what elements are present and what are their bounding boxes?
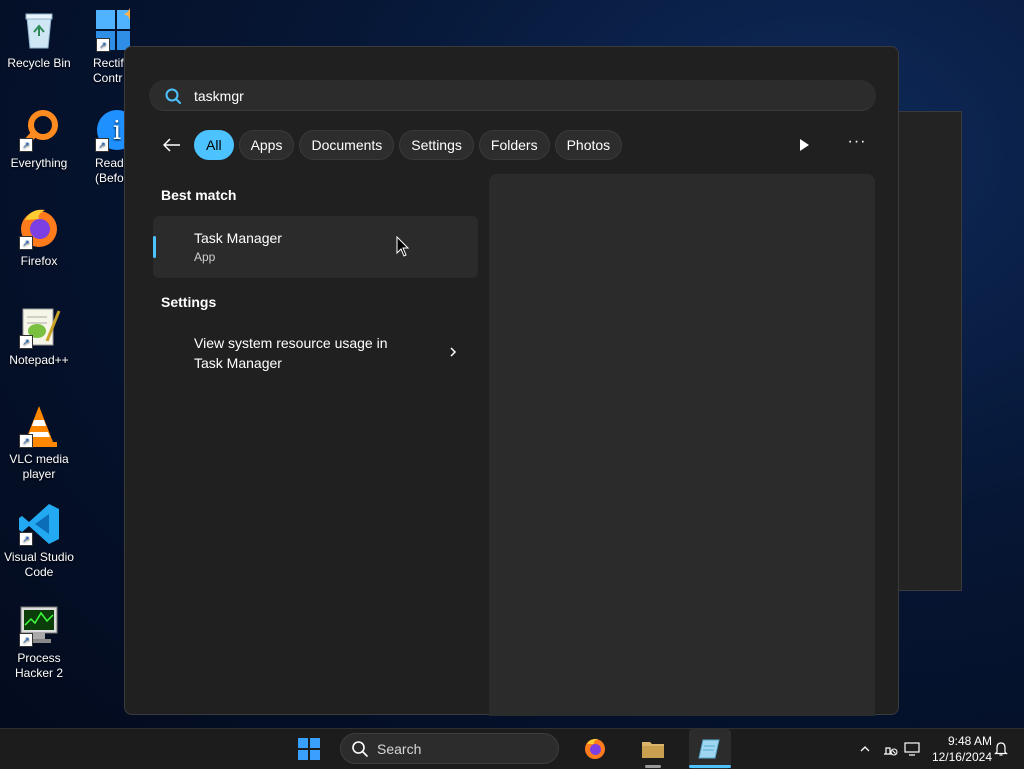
desktop-icon-everything[interactable]: ↗ Everything <box>1 108 77 171</box>
shortcut-arrow-icon: ↗ <box>95 138 109 152</box>
shortcut-arrow-icon: ↗ <box>96 38 110 52</box>
result-title: Task Manager <box>194 230 282 246</box>
clock-time: 9:48 AM <box>947 734 992 748</box>
desktop-icon-vscode[interactable]: ↗ Visual Studio Code <box>1 502 77 580</box>
result-title-line1: View system resource usage in <box>194 335 388 351</box>
clock-date: 12/16/2024 <box>931 750 992 764</box>
taskbar-firefox[interactable] <box>574 729 616 769</box>
windows-logo-icon: ↗ <box>94 8 130 52</box>
desktop-icon-rectify-control[interactable]: ↗ Rectif Contr <box>80 8 130 86</box>
settings-heading: Settings <box>161 294 217 310</box>
preview-pane <box>489 174 875 716</box>
desktop-icon-label: Rectif Contr <box>93 56 124 85</box>
taskbar-active-app[interactable] <box>689 729 731 769</box>
filter-folders[interactable]: Folders <box>478 130 550 160</box>
notepad-icon <box>698 739 720 759</box>
desktop-icon-vlc[interactable]: ↗ VLC media player <box>1 404 77 482</box>
selection-indicator <box>153 236 156 258</box>
shortcut-arrow-icon: ↗ <box>19 335 33 349</box>
filter-all[interactable]: All <box>194 130 234 160</box>
chevron-right-icon <box>449 345 457 363</box>
filter-settings[interactable]: Settings <box>399 130 474 160</box>
start-button[interactable] <box>288 729 330 769</box>
taskbar-file-explorer[interactable] <box>632 729 674 769</box>
display-icon[interactable] <box>902 729 922 769</box>
best-match-heading: Best match <box>161 187 237 203</box>
process-hacker-icon: ↗ <box>17 603 61 647</box>
mouse-cursor-icon <box>396 235 410 263</box>
vlc-cone-icon: ↗ <box>17 404 61 448</box>
taskbar-search-label: Search <box>377 741 422 757</box>
desktop-icon-label: Everything <box>10 156 68 170</box>
network-icon[interactable] <box>880 729 900 769</box>
filter-documents[interactable]: Documents <box>299 130 395 160</box>
filter-apps[interactable]: Apps <box>238 130 295 160</box>
desktop-icon-label: Recycle Bin <box>7 56 71 70</box>
start-search-panel: All Apps Documents Settings Folders Phot… <box>124 46 899 716</box>
desktop-icon-label: VLC media player <box>9 452 69 481</box>
desktop-icon-firefox[interactable]: ↗ Firefox <box>1 206 77 269</box>
search-icon <box>351 740 369 763</box>
chevron-up-icon[interactable] <box>856 729 874 769</box>
back-arrow-icon[interactable] <box>157 130 187 160</box>
recycle-bin-icon <box>17 8 61 52</box>
shortcut-arrow-icon: ↗ <box>19 532 33 546</box>
desktop-icon-readme[interactable]: i ↗ ReadM(Before <box>80 108 130 186</box>
desktop-icon-recycle-bin[interactable]: Recycle Bin <box>1 8 77 71</box>
result-subtitle: App <box>194 250 216 264</box>
result-title-line2: Task Manager <box>194 355 282 371</box>
play-icon[interactable] <box>793 134 815 156</box>
desktop-icon-label: Notepad++ <box>9 353 69 367</box>
firefox-icon <box>585 738 605 759</box>
folder-icon <box>642 742 664 758</box>
windows-logo-icon <box>298 738 320 760</box>
result-task-manager[interactable]: Task Manager App <box>153 216 478 278</box>
svg-text:i: i <box>113 116 121 146</box>
filter-photos[interactable]: Photos <box>554 130 623 160</box>
search-box[interactable] <box>149 80 876 111</box>
desktop-icon-label: ReadM(Before <box>95 156 130 185</box>
shortcut-arrow-icon: ↗ <box>19 633 33 647</box>
desktop-icon-notepadpp[interactable]: ↗ Notepad++ <box>1 305 77 368</box>
search-input[interactable] <box>192 85 836 107</box>
shortcut-arrow-icon: ↗ <box>19 236 33 250</box>
search-icon <box>164 87 182 110</box>
desktop-icon-process-hacker[interactable]: ↗ Process Hacker 2 <box>1 603 77 681</box>
filter-bar: All Apps Documents Settings Folders Phot… <box>157 129 627 161</box>
shortcut-arrow-icon: ↗ <box>19 138 33 152</box>
taskbar-search[interactable]: Search <box>340 733 559 764</box>
firefox-icon: ↗ <box>17 206 61 250</box>
clock[interactable]: 9:48 AM 12/16/2024 <box>926 733 992 765</box>
notification-bell-icon[interactable] <box>992 729 1010 769</box>
desktop-icon-label: Visual Studio Code <box>4 550 74 579</box>
desktop-icon-label: Firefox <box>20 254 58 268</box>
result-view-system-resource[interactable]: View system resource usage in Task Manag… <box>153 323 478 385</box>
taskbar: Search 9:48 AM 12/16/2024 <box>0 728 1024 769</box>
vscode-icon: ↗ <box>17 502 61 546</box>
everything-search-icon: ↗ <box>17 108 61 152</box>
notepad-plus-plus-icon: ↗ <box>17 305 61 349</box>
more-options-icon[interactable]: ··· <box>845 134 869 156</box>
shortcut-arrow-icon: ↗ <box>19 434 33 448</box>
desktop-icon-label: Process Hacker 2 <box>14 651 64 680</box>
